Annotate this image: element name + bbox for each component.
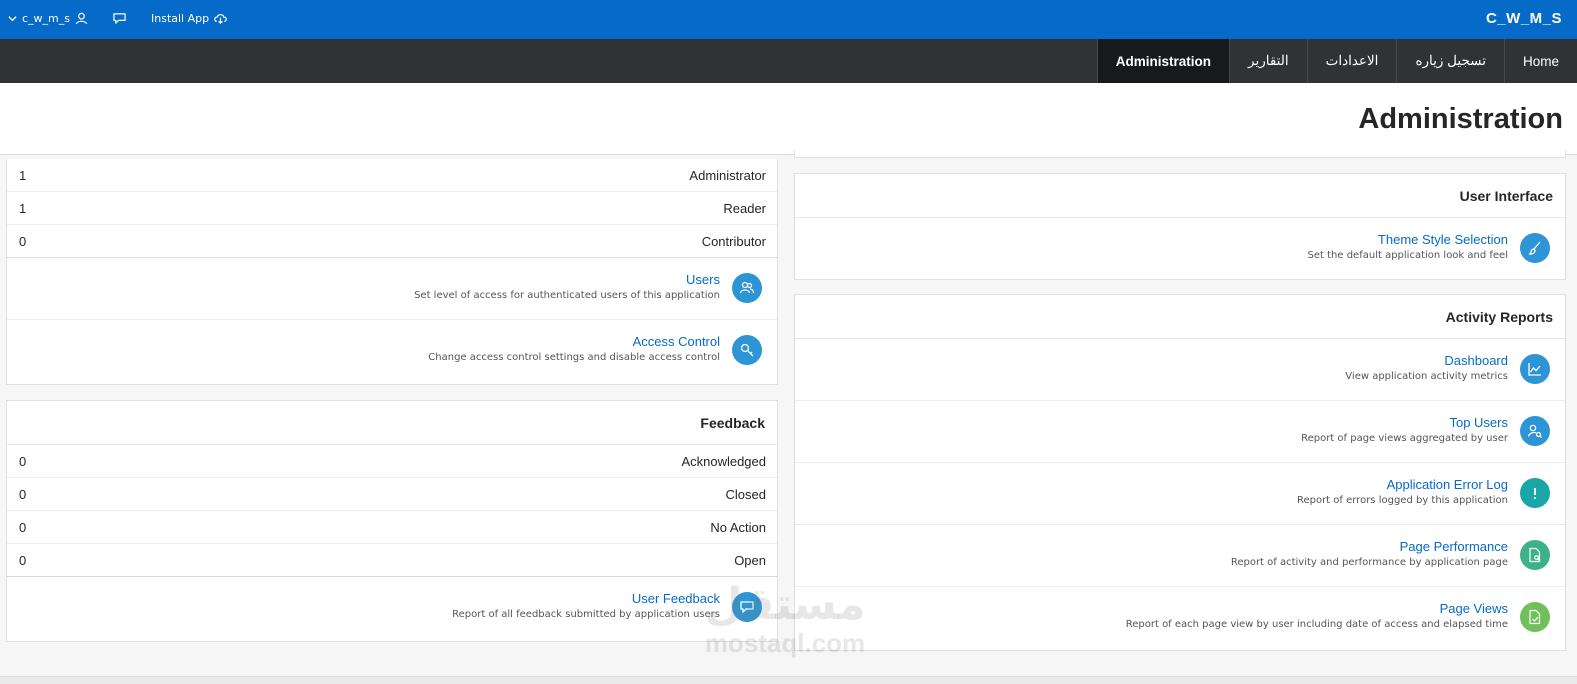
user-icon	[75, 12, 88, 24]
role-count: 1	[19, 200, 27, 216]
link-description: Report of page views aggregated by user	[1301, 433, 1508, 444]
link-description: Report of all feedback submitted by appl…	[452, 609, 720, 620]
link-title[interactable]: User Feedback	[452, 591, 720, 607]
nav-item-2[interactable]: الاعدادات	[1306, 39, 1397, 83]
feedback-card: Feedback 0 Acknowledged 0 Closed 0 No Actio…	[6, 400, 778, 642]
feedback-label: Open	[734, 552, 766, 568]
link-title[interactable]: Access Control	[428, 334, 720, 350]
access-control-link[interactable]: Access Control Change access control sett…	[7, 320, 777, 382]
feedback-count: 0	[19, 453, 27, 469]
key-icon	[732, 335, 762, 365]
user-menu[interactable]: c_w_m_s	[8, 12, 88, 25]
link-title[interactable]: Page Views	[1126, 601, 1508, 617]
role-count: 1	[19, 167, 27, 183]
table-row: 0 Contributor	[7, 225, 777, 258]
nav-item-4[interactable]: Administration	[1096, 39, 1229, 83]
activity-reports-card: Activity Reports Dashboard View applicati…	[794, 294, 1566, 651]
role-label: Administrator	[689, 167, 766, 183]
users-link[interactable]: Users Set level of access for authenticat…	[7, 258, 777, 320]
chart-icon	[1520, 354, 1550, 384]
roles-card: 1 Administrator 1 Reader 0 Contributor User…	[6, 159, 778, 385]
table-row: 0 Open	[7, 544, 777, 577]
app-brand[interactable]: C_W_M_S	[1486, 10, 1562, 27]
users-icon	[732, 273, 762, 303]
feedback-label: Acknowledged	[681, 453, 766, 469]
link-title[interactable]: Application Error Log	[1297, 477, 1508, 493]
cloud-download-icon	[214, 13, 227, 24]
user-search-icon	[1520, 416, 1550, 446]
link-description: Set the default application look and fee…	[1307, 250, 1508, 261]
top-users-link[interactable]: Top Users Report of page views aggregated…	[795, 401, 1565, 463]
page-title: Administration	[1358, 103, 1563, 135]
user-interface-card-title: User Interface	[795, 174, 1565, 218]
table-row: 0 Acknowledged	[7, 445, 777, 478]
link-title[interactable]: Users	[414, 272, 720, 288]
collapsed-card-edge	[794, 150, 1566, 158]
link-description: Report of activity and performance by ap…	[1230, 557, 1508, 568]
install-app-button[interactable]: Install App	[151, 12, 228, 25]
link-title[interactable]: Top Users	[1301, 415, 1508, 431]
link-description: View application activity metrics	[1345, 371, 1508, 382]
feedback-label: Closed	[725, 486, 766, 502]
paintbrush-icon	[1520, 233, 1550, 263]
install-app-label: Install App	[151, 11, 210, 25]
feedback-count: 0	[19, 486, 27, 502]
table-row: 1 Administrator	[7, 159, 777, 192]
chevron-down-icon	[8, 15, 17, 21]
feedback-count: 0	[19, 519, 27, 535]
feedback-count: 0	[19, 552, 27, 568]
feedback-rows: 0 Acknowledged 0 Closed 0 No Action 0 Open	[7, 445, 777, 577]
user-name: c_w_m_s	[22, 11, 70, 25]
theme-style-link[interactable]: Theme Style Selection Set the default app…	[795, 218, 1565, 280]
activity-reports-card-title: Activity Reports	[795, 295, 1565, 339]
page-check-icon	[1520, 602, 1550, 632]
link-title[interactable]: Theme Style Selection	[1308, 232, 1508, 248]
top-bar: c_w_m_s Install App C_W_M_S	[0, 0, 1577, 39]
nav-item-1[interactable]: تسجيل زياره	[1396, 39, 1504, 83]
feedback-icon[interactable]	[112, 12, 127, 25]
top-bar-actions: c_w_m_s Install App	[8, 0, 228, 36]
page-search-icon	[1520, 540, 1550, 570]
link-description: Report of each page view by user includi…	[1125, 619, 1508, 630]
page-views-link[interactable]: Page Views Report of each page view by us…	[795, 587, 1565, 649]
roles-rows: 1 Administrator 1 Reader 0 Contributor	[7, 159, 777, 258]
feedback-card-title: Feedback	[7, 401, 777, 445]
table-row: 0 No Action	[7, 511, 777, 544]
exclamation-icon	[1520, 478, 1550, 508]
user-feedback-link[interactable]: User Feedback Report of all feedback subm…	[7, 577, 777, 639]
link-title[interactable]: Page Performance	[1231, 539, 1508, 555]
role-label: Contributor	[701, 233, 766, 249]
role-label: Reader	[723, 200, 766, 216]
error-log-link[interactable]: Application Error Log Report of errors lo…	[795, 463, 1565, 525]
table-row: 0 Closed	[7, 478, 777, 511]
link-description: Report of errors logged by this applicat…	[1296, 495, 1508, 506]
link-description: Set level of access for authenticated us…	[414, 290, 720, 301]
role-count: 0	[19, 233, 27, 249]
link-title[interactable]: Dashboard	[1345, 353, 1508, 369]
speech-bubble-icon	[732, 592, 762, 622]
user-interface-card: User Interface Theme Style Selection Set …	[794, 173, 1566, 280]
title-bar: Administration	[0, 83, 1577, 155]
nav-item-3[interactable]: التقارير	[1229, 39, 1307, 83]
nav-item-0[interactable]: Home	[1503, 39, 1577, 83]
feedback-label: No Action	[710, 519, 766, 535]
main-nav: Home تسجيل زياره الاعدادات التقارير Administ…	[0, 39, 1577, 83]
link-description: Change access control settings and disab…	[428, 352, 720, 363]
page-footer-edge	[0, 676, 1577, 684]
dashboard-link[interactable]: Dashboard View application activity metri…	[795, 339, 1565, 401]
nav-menu: Home تسجيل زياره الاعدادات التقارير Administ…	[1096, 39, 1577, 83]
page-performance-link[interactable]: Page Performance Report of activity and p…	[795, 525, 1565, 587]
table-row: 1 Reader	[7, 192, 777, 225]
